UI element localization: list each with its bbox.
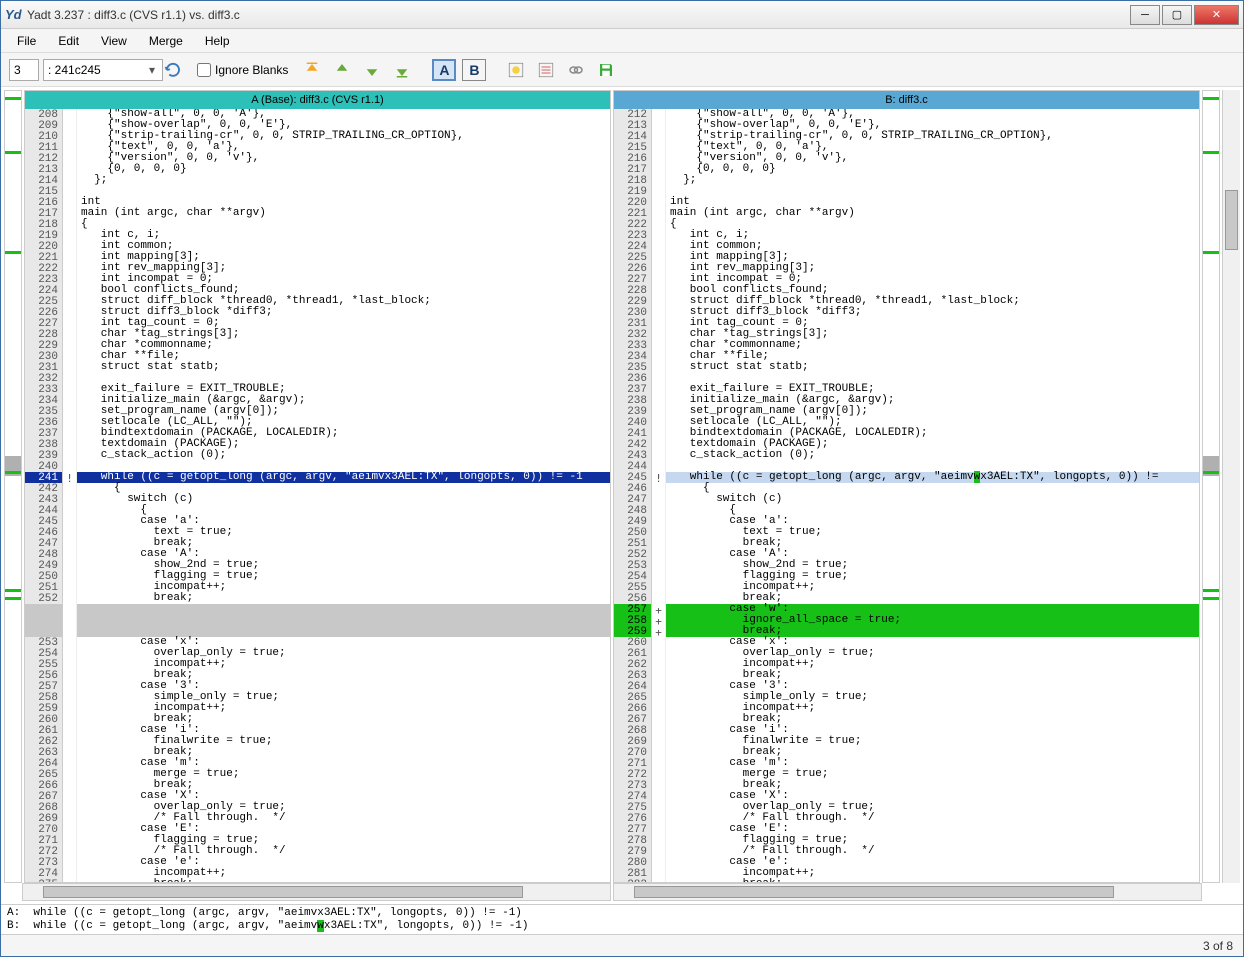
maximize-button[interactable]: ▢	[1162, 5, 1192, 25]
vscroll-thumb[interactable]	[1225, 190, 1238, 250]
pane-a-title: A (Base): diff3.c (CVS r1.1)	[25, 91, 610, 109]
vertical-scrollbar[interactable]	[1222, 90, 1240, 883]
last-diff-button[interactable]	[390, 58, 414, 82]
overview-strip-left[interactable]	[4, 90, 22, 883]
window-title: Yadt 3.237 : diff3.c (CVS r1.1) vs. diff…	[27, 8, 1130, 22]
hscroll-a[interactable]	[22, 883, 611, 901]
compare-b-post: x3AEL:TX", longopts, 0)) != -1)	[324, 920, 529, 932]
marks-b: !+++	[652, 109, 666, 882]
compare-b-hl: w	[317, 920, 324, 932]
diff-number-input[interactable]	[9, 59, 39, 81]
overview-strip-right[interactable]	[1202, 90, 1220, 883]
marks-a: !	[63, 109, 77, 882]
prev-diff-button[interactable]	[330, 58, 354, 82]
ignore-blanks-checkbox[interactable]	[197, 63, 211, 77]
pane-b-title: B: diff3.c	[614, 91, 1199, 109]
ignore-blanks-label: Ignore Blanks	[215, 63, 288, 77]
status-text: 3 of 8	[1203, 939, 1233, 953]
dropdown-icon[interactable]: ▾	[149, 63, 155, 77]
highlight-button[interactable]	[504, 58, 528, 82]
first-diff-button[interactable]	[300, 58, 324, 82]
lines-button[interactable]	[534, 58, 558, 82]
hscroll-b[interactable]	[613, 883, 1202, 901]
gutter-a: 2082092102112122132142152162172182192202…	[25, 109, 63, 882]
hscroll-thumb-b[interactable]	[634, 886, 1114, 898]
menu-merge[interactable]: Merge	[139, 31, 193, 51]
window: Yd Yadt 3.237 : diff3.c (CVS r1.1) vs. d…	[0, 0, 1244, 957]
code-a[interactable]: {"show-all", 0, 0, 'A'}, {"show-overlap"…	[77, 109, 610, 882]
link-button[interactable]	[564, 58, 588, 82]
menu-file[interactable]: File	[7, 31, 46, 51]
menu-view[interactable]: View	[91, 31, 137, 51]
next-diff-button[interactable]	[360, 58, 384, 82]
compare-b-pre: while ((c = getopt_long (argc, argv, "ae…	[27, 920, 317, 932]
pane-a: A (Base): diff3.c (CVS r1.1) 20820921021…	[24, 90, 611, 883]
pane-b: B: diff3.c 21221321421521621721821922022…	[613, 90, 1200, 883]
toolbar: ▾ Ignore Blanks A B	[1, 53, 1243, 87]
diff-area: A (Base): diff3.c (CVS r1.1) 20820921021…	[1, 87, 1243, 904]
compare-a-text: while ((c = getopt_long (argc, argv, "ae…	[27, 907, 522, 919]
select-b-button[interactable]: B	[462, 59, 486, 81]
minimize-button[interactable]: ─	[1130, 5, 1160, 25]
menubar: File Edit View Merge Help	[1, 29, 1243, 53]
compare-b-label: B:	[7, 920, 20, 932]
diff-location-input[interactable]	[43, 59, 163, 81]
hscroll-thumb-a[interactable]	[43, 886, 523, 898]
select-a-button[interactable]: A	[432, 59, 456, 81]
close-button[interactable]: ✕	[1194, 5, 1239, 25]
ignore-blanks-check[interactable]: Ignore Blanks	[197, 63, 288, 77]
statusbar: 3 of 8	[1, 934, 1243, 956]
gutter-b: 2122132142152162172182192202212222232242…	[614, 109, 652, 882]
refresh-button[interactable]	[161, 58, 185, 82]
menu-edit[interactable]: Edit	[48, 31, 89, 51]
code-b[interactable]: {"show-all", 0, 0, 'A'}, {"show-overlap"…	[666, 109, 1199, 882]
titlebar[interactable]: Yd Yadt 3.237 : diff3.c (CVS r1.1) vs. d…	[1, 1, 1243, 29]
app-icon: Yd	[5, 7, 21, 23]
compare-panel: A: while ((c = getopt_long (argc, argv, …	[1, 904, 1243, 934]
save-button[interactable]	[594, 58, 618, 82]
menu-help[interactable]: Help	[195, 31, 240, 51]
compare-a-label: A:	[7, 907, 20, 919]
